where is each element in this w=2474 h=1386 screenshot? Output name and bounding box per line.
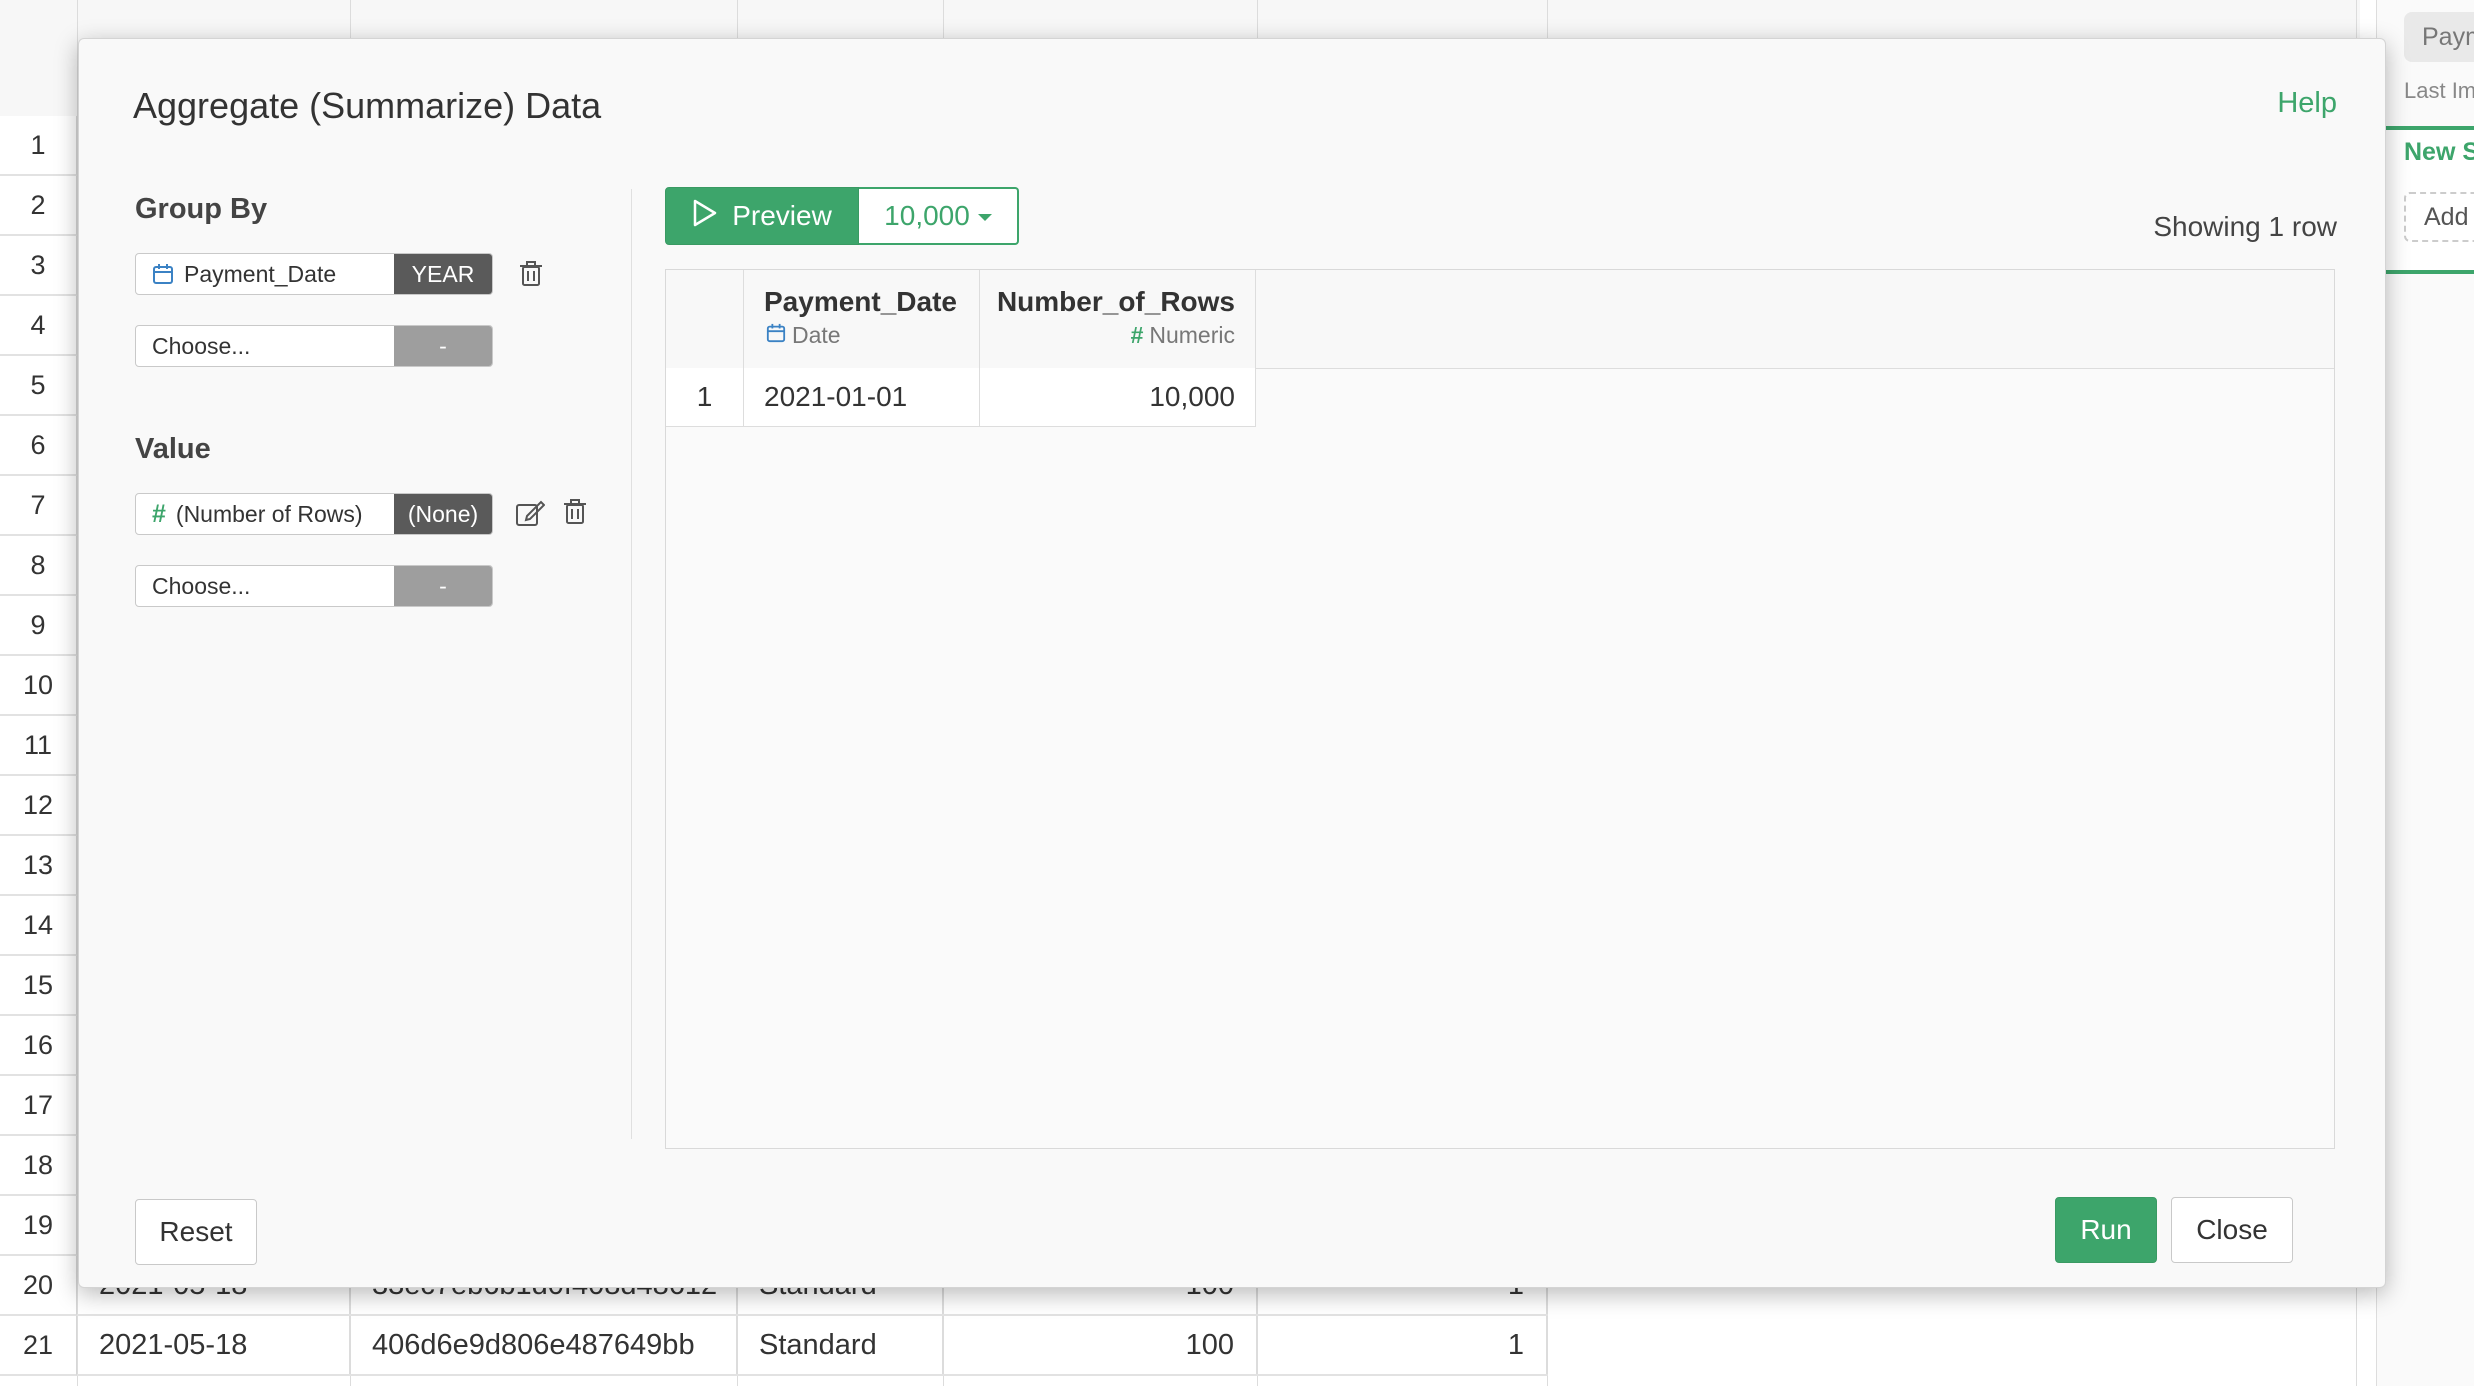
help-link[interactable]: Help — [2277, 87, 2337, 120]
hash-icon: # — [152, 499, 166, 528]
run-button[interactable]: Run — [2055, 1197, 2157, 1263]
group-by-field-name: Payment_Date — [184, 260, 337, 287]
column-type: Numeric — [1149, 322, 1235, 348]
calendar-icon — [766, 322, 786, 349]
preview-label: Preview — [732, 200, 832, 231]
row-number[interactable]: 19 — [0, 1196, 77, 1256]
table-cell[interactable]: 1 — [1257, 1316, 1547, 1374]
value-function-placeholder: - — [394, 566, 492, 606]
preview-table-header: Payment_Date Date Number_of_Rows # Numer… — [666, 270, 1256, 369]
column-header-number-of-rows[interactable]: Number_of_Rows # Numeric — [980, 270, 1256, 368]
dialog-title: Aggregate (Summarize) Data — [133, 85, 602, 126]
new-step-label: New S — [2404, 138, 2474, 166]
table-cell[interactable]: 2021-05-18 — [77, 1316, 350, 1374]
row-number[interactable]: 11 — [0, 716, 77, 776]
table-cell[interactable]: 406d6e9d806e487649bb — [350, 1316, 737, 1374]
last-import-label: Last Im — [2404, 78, 2474, 103]
row-number[interactable]: 3 — [0, 236, 77, 296]
row-number[interactable]: 10 — [0, 656, 77, 716]
column-name: Payment_Date — [764, 286, 957, 317]
table-cell[interactable]: 100 — [943, 1316, 1257, 1374]
play-icon — [692, 199, 718, 234]
row-number[interactable]: 7 — [0, 476, 77, 536]
table-cell[interactable]: Standard — [737, 1316, 943, 1374]
row-number[interactable]: 13 — [0, 836, 77, 896]
table-row: 2021-05-18 406d6e9d806e487649bb Standard… — [77, 1316, 1548, 1376]
row-number[interactable]: 12 — [0, 776, 77, 836]
group-by-field-payment-date[interactable]: Payment_Date YEAR — [135, 253, 493, 295]
row-number[interactable]: 8 — [0, 536, 77, 596]
column-header-payment-date[interactable]: Payment_Date Date — [744, 270, 980, 368]
close-button[interactable]: Close — [2171, 1197, 2293, 1263]
trash-icon[interactable] — [519, 261, 543, 287]
preview-table: Payment_Date Date Number_of_Rows # Numer… — [665, 269, 2335, 1149]
row-index: 1 — [666, 368, 744, 426]
aggregate-dialog: Aggregate (Summarize) Data Help Group By… — [78, 38, 2386, 1288]
table-row: 1 2021-01-01 10,000 — [666, 368, 1256, 427]
value-label: Value — [135, 433, 211, 465]
column-name: Number_of_Rows — [996, 286, 1235, 317]
table-cell[interactable]: 10,000 — [980, 368, 1256, 426]
data-source-tab[interactable]: Paym — [2404, 12, 2474, 62]
value-function-dropdown[interactable]: (None) — [394, 494, 492, 534]
row-number[interactable]: 5 — [0, 356, 77, 416]
row-number[interactable]: 18 — [0, 1136, 77, 1196]
add-step-button[interactable]: Add — [2404, 192, 2474, 242]
value-field-name: (Number of Rows) — [175, 500, 363, 527]
row-number[interactable]: 14 — [0, 896, 77, 956]
preview-button[interactable]: Preview — [665, 187, 859, 245]
column-type: Date — [792, 322, 841, 348]
preview-rows-dropdown[interactable]: 10,000 — [859, 187, 1019, 245]
preview-rows-value: 10,000 — [884, 200, 970, 231]
row-number[interactable]: 16 — [0, 1016, 77, 1076]
aggregation-level-dropdown[interactable]: YEAR — [394, 254, 492, 294]
row-number[interactable]: 4 — [0, 296, 77, 356]
row-number[interactable]: 2 — [0, 176, 77, 236]
trash-icon[interactable] — [563, 499, 587, 525]
panel-divider — [631, 189, 632, 1139]
reset-button[interactable]: Reset — [135, 1199, 257, 1265]
hash-icon: # — [1130, 322, 1144, 348]
value-choose-select[interactable]: Choose... — [136, 566, 394, 606]
header-filler — [1256, 270, 2334, 369]
row-number[interactable]: 17 — [0, 1076, 77, 1136]
row-count-status: Showing 1 row — [2153, 211, 2337, 242]
row-number[interactable]: 15 — [0, 956, 77, 1016]
table-cell[interactable]: 2021-01-01 — [744, 368, 980, 426]
calendar-icon — [152, 263, 174, 285]
value-field-number-of-rows[interactable]: # (Number of Rows) (None) — [135, 493, 493, 535]
row-number[interactable]: 1 — [0, 116, 77, 176]
row-number[interactable]: 21 — [0, 1316, 77, 1376]
edit-icon[interactable] — [515, 499, 546, 526]
preview-controls: Preview 10,000 — [665, 187, 1019, 245]
group-by-choose-field[interactable]: Choose... - — [135, 325, 493, 367]
group-by-choose-select[interactable]: Choose... — [136, 326, 394, 366]
row-number[interactable]: 6 — [0, 416, 77, 476]
group-by-label: Group By — [135, 193, 268, 225]
aggregation-level-placeholder: - — [394, 326, 492, 366]
caret-down-icon — [977, 213, 992, 221]
index-header — [666, 270, 744, 368]
row-number[interactable]: 20 — [0, 1256, 77, 1316]
value-choose-field[interactable]: Choose... - — [135, 565, 493, 607]
row-number[interactable]: 9 — [0, 596, 77, 656]
